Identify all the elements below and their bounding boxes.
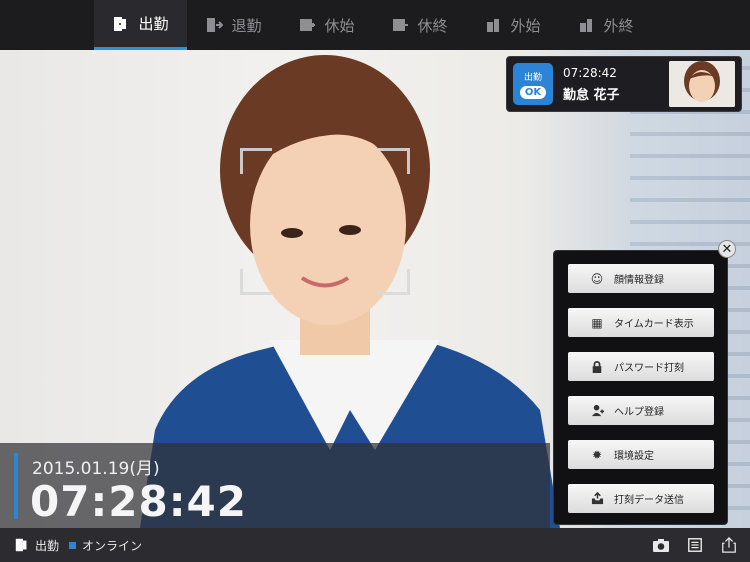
current-time: 07:28:42 xyxy=(30,477,247,526)
menu-settings-button[interactable]: ✹ 環境設定 xyxy=(568,440,714,469)
tab-label: 外終 xyxy=(603,16,634,35)
punch-type-tabbar: 出勤 退勤 休始 休終 外始 外終 xyxy=(0,0,750,50)
frame-corner xyxy=(378,148,410,174)
clock-out-door-icon xyxy=(207,18,224,32)
menu-item-label: タイムカード表示 xyxy=(614,319,694,330)
badge-label: 出勤 xyxy=(523,72,542,83)
tab-label: 外始 xyxy=(510,16,541,35)
camera-icon xyxy=(653,539,669,552)
share-button[interactable] xyxy=(720,536,738,554)
menu-help-registration-button[interactable]: ヘルプ登録 xyxy=(568,396,714,425)
result-time: 07:28:42 xyxy=(563,65,617,80)
tab-label: 出勤 xyxy=(138,15,169,33)
outing-start-icon xyxy=(487,19,500,32)
lock-icon xyxy=(590,360,604,374)
break-end-icon xyxy=(393,19,409,31)
share-icon xyxy=(722,537,736,553)
tab-break-end[interactable]: 休終 xyxy=(373,0,466,50)
outing-end-icon xyxy=(580,19,593,32)
current-date: 2015.01.19(月) xyxy=(32,459,160,479)
frame-corner xyxy=(378,269,410,295)
tab-break-start[interactable]: 休始 xyxy=(280,0,373,50)
frame-corner xyxy=(240,148,272,174)
list-icon xyxy=(688,538,702,552)
close-icon: ✕ xyxy=(721,242,733,257)
menu-item-label: パスワード打刻 xyxy=(614,363,684,374)
list-button[interactable] xyxy=(686,536,704,554)
clock-overlay: 2015.01.19(月) 07:28:42 xyxy=(0,443,550,528)
add-user-icon xyxy=(590,404,604,418)
ok-pill: OK xyxy=(519,85,547,99)
clock-in-door-icon xyxy=(15,538,27,552)
menu-timecard-button[interactable]: ▦ タイムカード表示 xyxy=(568,308,714,337)
face-detection-frame xyxy=(240,148,410,295)
online-indicator xyxy=(69,541,77,549)
tab-clock-out[interactable]: 退勤 xyxy=(187,0,280,50)
menu-password-punch-button[interactable]: パスワード打刻 xyxy=(568,352,714,381)
settings-menu-panel: ☺ 顔情報登録 ▦ タイムカード表示 パスワード打刻 ヘルプ登録 ✹ 環境設定 … xyxy=(553,250,728,525)
connection-status: オンライン xyxy=(82,538,143,553)
status-bar: 出勤 オンライン xyxy=(0,528,750,562)
menu-send-data-button[interactable]: 打刻データ送信 xyxy=(568,484,714,513)
tab-clock-in[interactable]: 出勤 xyxy=(94,0,187,50)
tab-label: 退勤 xyxy=(231,16,262,35)
status-info: 出勤 オンライン xyxy=(14,537,142,554)
calendar-icon: ▦ xyxy=(591,315,603,330)
tab-label: 休始 xyxy=(324,16,355,35)
break-start-icon xyxy=(300,19,316,31)
gear-icon: ✹ xyxy=(591,447,603,462)
tab-outing-start[interactable]: 外始 xyxy=(466,0,559,50)
tab-outing-end[interactable]: 外終 xyxy=(559,0,652,50)
menu-item-label: ヘルプ登録 xyxy=(614,407,664,418)
clock-in-door-icon xyxy=(114,16,127,31)
camera-button[interactable] xyxy=(652,536,670,554)
employee-name: 勤怠 花子 xyxy=(563,87,620,103)
menu-item-label: 環境設定 xyxy=(614,451,654,462)
send-tray-icon xyxy=(590,492,604,506)
toolbar-icons xyxy=(652,528,738,562)
current-mode-label: 出勤 xyxy=(35,538,60,553)
employee-thumbnail xyxy=(669,61,735,107)
face-icon: ☺ xyxy=(590,271,604,286)
menu-item-label: 打刻データ送信 xyxy=(614,495,684,506)
punch-result-card: 出勤 OK 07:28:42 勤怠 花子 xyxy=(506,56,742,112)
tab-label: 休終 xyxy=(417,16,448,35)
punch-ok-badge: 出勤 OK xyxy=(513,63,553,105)
frame-corner xyxy=(240,269,272,295)
result-info: 07:28:42 勤怠 花子 xyxy=(563,66,669,103)
close-menu-button[interactable]: ✕ xyxy=(718,240,736,258)
clock-accent-bar xyxy=(14,453,18,519)
menu-face-registration-button[interactable]: ☺ 顔情報登録 xyxy=(568,264,714,293)
menu-item-label: 顔情報登録 xyxy=(614,275,664,286)
